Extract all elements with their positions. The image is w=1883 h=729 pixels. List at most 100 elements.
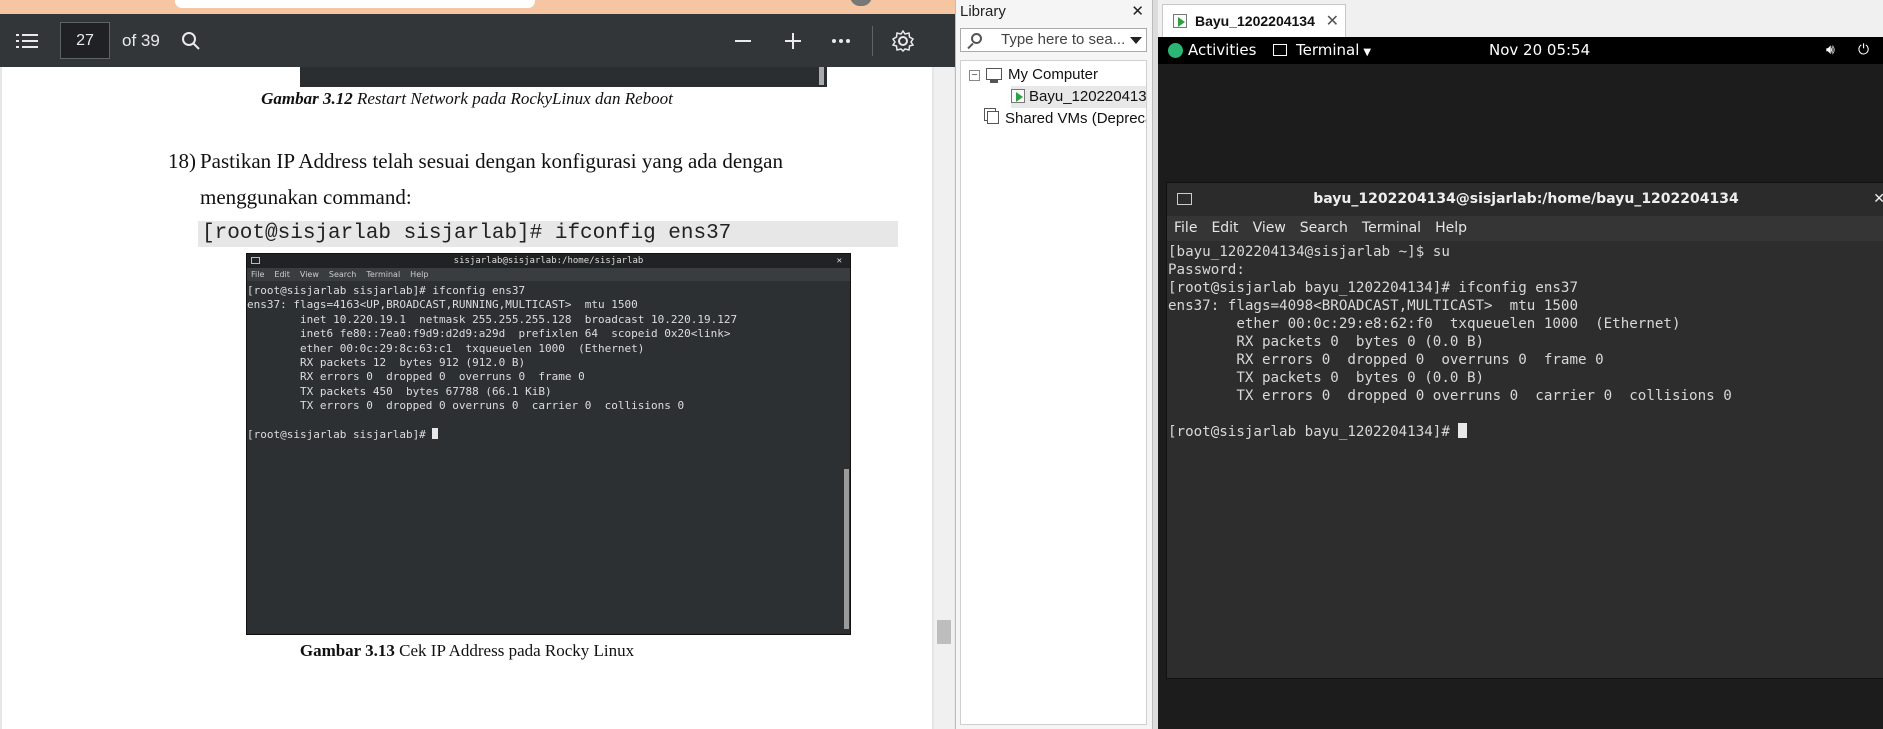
- menu-edit[interactable]: Edit: [1211, 216, 1238, 241]
- library-header: Library ✕: [956, 0, 1152, 24]
- gnome-top-bar: Activities Terminal ▼ Nov 20 05:54 🔊︎ ⏻: [1158, 37, 1883, 64]
- dropdown-arrow-icon[interactable]: [1130, 37, 1142, 44]
- page-count-label: of 39: [122, 31, 160, 50]
- pdf-toolbar: 27 of 39: [0, 14, 955, 67]
- library-tree: − My Computer Bayu_1202204134 Shared VMs …: [960, 60, 1147, 725]
- terminal-line: ether 00:0c:29:8c:63:c1 txqueuelen 1000 …: [247, 341, 645, 355]
- terminal-line: RX packets 12 bytes 912 (912.0 B): [247, 356, 526, 370]
- close-icon[interactable]: ✕: [1131, 0, 1144, 24]
- browser-top-strip: [0, 0, 955, 14]
- terminal-line: inet6 fe80::7ea0:f9d9:d2d9:a29d prefixle…: [247, 327, 731, 341]
- menu-terminal: Terminal: [366, 270, 401, 279]
- terminal-icon: [1177, 193, 1192, 205]
- library-search-input[interactable]: Type here to sea...: [960, 28, 1147, 52]
- vm-running-icon: [1011, 89, 1025, 103]
- pdf-scrollbar-thumb[interactable]: [937, 620, 951, 644]
- computer-icon: [986, 68, 1002, 83]
- tree-label: Bayu_1202204134: [1029, 88, 1147, 105]
- close-icon[interactable]: ✕: [1326, 5, 1339, 38]
- terminal-line: [root@sisjarlab sisjarlab]# ifconfig ens…: [247, 284, 526, 297]
- terminal-line: [bayu_1202204134@sisjarlab ~]$ su: [1168, 244, 1450, 260]
- library-search-placeholder: Type here to sea...: [1001, 31, 1126, 48]
- settings-gear-icon[interactable]: [888, 14, 918, 67]
- pdf-scrollbar[interactable]: [934, 67, 954, 729]
- caret-down-icon: ▼: [1363, 47, 1372, 58]
- menu-edit: Edit: [274, 270, 290, 279]
- terminal-app-menu[interactable]: Terminal ▼: [1296, 37, 1371, 66]
- menu-help: Help: [410, 270, 429, 279]
- vm-tab[interactable]: Bayu_1202204134 ✕: [1162, 4, 1346, 37]
- more-options-icon[interactable]: [828, 14, 854, 67]
- address-bar-edge: [175, 0, 535, 8]
- terminal-window[interactable]: bayu_1202204134@sisjarlab:/home/bayu_120…: [1166, 182, 1883, 679]
- terminal-line: inet 10.220.19.1 netmask 255.255.255.128…: [247, 312, 738, 326]
- volume-icon[interactable]: 🔊︎: [1826, 37, 1835, 64]
- tree-item-vm[interactable]: Bayu_1202204134: [1011, 86, 1147, 108]
- power-icon[interactable]: ⏻: [1858, 37, 1869, 64]
- collapse-icon[interactable]: −: [969, 70, 980, 81]
- menu-help[interactable]: Help: [1435, 216, 1467, 241]
- menu-file[interactable]: File: [1174, 216, 1197, 241]
- terminal-line: [root@sisjarlab bayu_1202204134]# ifconf…: [1168, 280, 1578, 296]
- terminal-cursor: [432, 428, 439, 440]
- terminal-title: bayu_1202204134@sisjarlab:/home/bayu_120…: [1313, 191, 1739, 207]
- figure-terminal-output: [root@sisjarlab sisjarlab]# ifconfig ens…: [247, 281, 850, 442]
- terminal-line: TX packets 450 bytes 67788 (66.1 KiB): [247, 384, 552, 398]
- pdf-page: Gambar 3.12 Restart Network pada RockyLi…: [2, 67, 932, 729]
- terminal-output[interactable]: [bayu_1202204134@sisjarlab ~]$ su Passwor…: [1167, 241, 1883, 441]
- previous-figure-edge: [300, 67, 827, 87]
- vm-running-icon: [1173, 14, 1187, 28]
- terminal-line: TX errors 0 dropped 0 overruns 0 carrier…: [1168, 388, 1732, 404]
- figure-terminal-menu: File Edit View Search Terminal Help: [247, 268, 850, 281]
- app-menu-label: Terminal: [1296, 41, 1360, 59]
- activities-button[interactable]: Activities: [1188, 37, 1256, 64]
- terminal-line: TX errors 0 dropped 0 overruns 0 carrier…: [247, 399, 685, 413]
- toolbar-divider: [872, 26, 873, 56]
- terminal-line: ens37: flags=4098<BROADCAST,MULTICAST> m…: [1168, 298, 1578, 314]
- terminal-icon: [251, 257, 260, 264]
- menu-search[interactable]: Search: [1300, 216, 1348, 241]
- zoom-out-minus-icon[interactable]: [730, 14, 756, 67]
- vm-tab-label: Bayu_1202204134: [1195, 13, 1315, 29]
- terminal-titlebar[interactable]: bayu_1202204134@sisjarlab:/home/bayu_120…: [1167, 183, 1883, 216]
- terminal-line: RX errors 0 dropped 0 overruns 0 frame 0: [1168, 352, 1604, 368]
- figure-terminal-titlebar: sisjarlab@sisjarlab:/home/sisjarlab ✕: [247, 254, 850, 268]
- tree-label: My Computer: [1008, 66, 1099, 83]
- terminal-line: ether 00:0c:29:e8:62:f0 txqueuelen 1000 …: [1168, 316, 1681, 332]
- terminal-prompt-line: [root@sisjarlab sisjarlab]#: [247, 428, 850, 442]
- figure-terminal-scrollbar: [844, 469, 849, 629]
- menu-view: View: [299, 270, 319, 279]
- step-text-line-2: menggunakan command:: [200, 185, 412, 209]
- figure-caption-3-13: Gambar 3.13 Cek IP Address pada Rocky Li…: [299, 641, 635, 660]
- menu-view[interactable]: View: [1253, 216, 1286, 241]
- terminal-line: RX packets 0 bytes 0 (0.0 B): [1168, 334, 1485, 350]
- vm-tabbar: Bayu_1202204134 ✕: [1158, 0, 1883, 37]
- command-block: [root@sisjarlab sisjarlab]# ifconfig ens…: [198, 221, 898, 247]
- menu-icon[interactable]: [12, 14, 42, 67]
- search-icon[interactable]: [178, 14, 204, 67]
- tree-label: Shared VMs (Deprecated): [1005, 110, 1146, 127]
- figure-terminal-title: sisjarlab@sisjarlab:/home/sisjarlab: [453, 256, 644, 266]
- page-number-input[interactable]: 27: [60, 22, 110, 59]
- search-icon: [971, 33, 982, 44]
- clock[interactable]: Nov 20 05:54: [1489, 37, 1590, 64]
- vm-screen[interactable]: Activities Terminal ▼ Nov 20 05:54 🔊︎ ⏻ b…: [1158, 37, 1883, 729]
- library-panel: Library ✕ Type here to sea... − My Comput…: [955, 0, 1152, 729]
- terminal-line: Password:: [1168, 262, 1245, 278]
- menu-terminal[interactable]: Terminal: [1362, 216, 1421, 241]
- library-title: Library: [960, 3, 1006, 20]
- tree-item-my-computer[interactable]: − My Computer: [969, 64, 1098, 86]
- terminal-line: ens37: flags=4163<UP,BROADCAST,RUNNING,M…: [247, 298, 638, 312]
- shared-vms-icon: [987, 111, 999, 124]
- step-text-line-1: Pastikan IP Address telah sesuai dengan …: [200, 149, 783, 173]
- close-icon[interactable]: ✕: [1873, 183, 1883, 216]
- terminal-menubar: File Edit View Search Terminal Help: [1167, 216, 1883, 241]
- terminal-line: TX packets 0 bytes 0 (0.0 B): [1168, 370, 1485, 386]
- tree-item-shared-vms[interactable]: Shared VMs (Deprecated): [987, 108, 1146, 130]
- terminal-icon: [1273, 44, 1287, 56]
- zoom-in-plus-icon[interactable]: [780, 14, 806, 67]
- terminal-prompt-line: [root@sisjarlab bayu_1202204134]#: [1168, 423, 1883, 441]
- rocky-logo-icon: [1168, 43, 1183, 58]
- step-number: 18): [168, 149, 196, 173]
